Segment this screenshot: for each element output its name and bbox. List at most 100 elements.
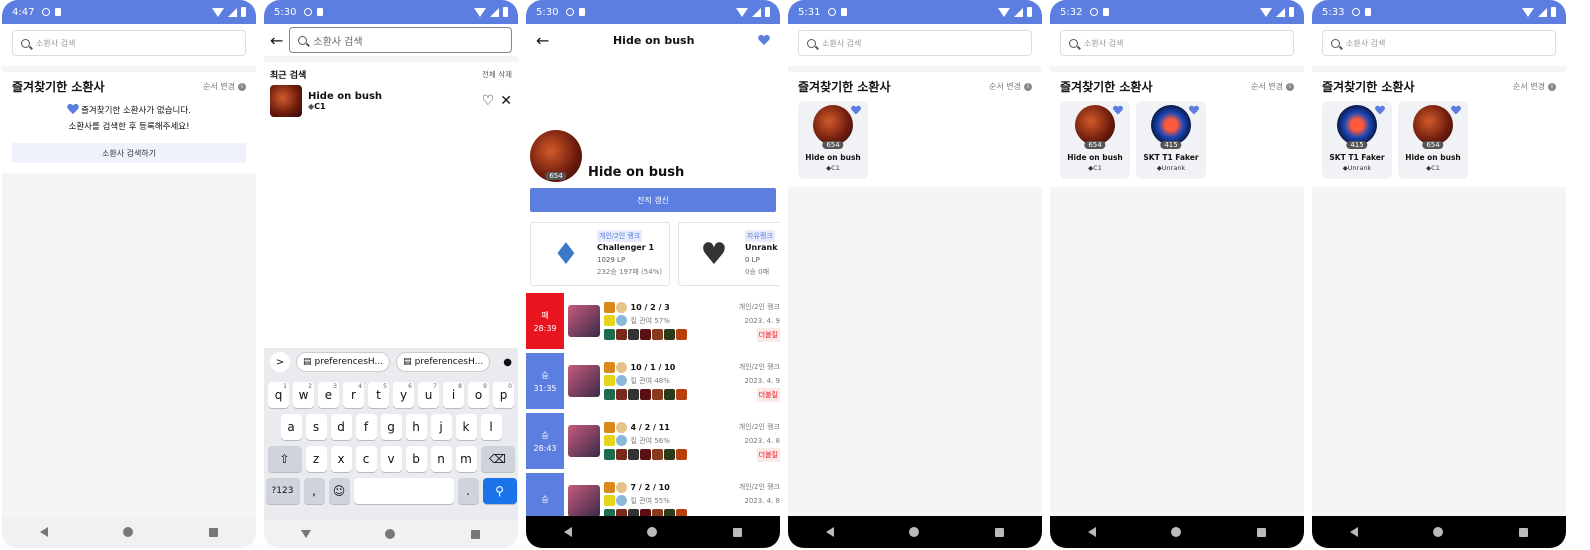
emoji-key[interactable]: ☺ bbox=[328, 478, 350, 504]
search-input[interactable]: 소환사 검색 bbox=[12, 30, 246, 56]
favorite-card-skt-t1-faker[interactable]: 415 SKT T1 Faker ◆Unrank bbox=[1136, 101, 1206, 179]
nav-back-icon[interactable] bbox=[39, 527, 48, 537]
favorites-section: 즐겨찾기한 소환사 순서 변경 i 415 SKT T1 Faker ◆Unran… bbox=[1312, 72, 1566, 187]
search-input[interactable]: 소환사 검색 bbox=[798, 30, 1032, 56]
nav-home-icon[interactable] bbox=[909, 527, 920, 537]
key-k[interactable]: k bbox=[455, 414, 477, 440]
match-row[interactable]: 승 31:35 10 / 1 / 10 킬 관여 48% 개인/2인 랭크 2023.… bbox=[526, 352, 780, 410]
nav-recents-icon[interactable] bbox=[209, 527, 219, 537]
comma-key[interactable]: , bbox=[303, 478, 325, 504]
key-q[interactable]: q1 bbox=[268, 382, 289, 408]
expand-chevron-icon[interactable]: > bbox=[270, 352, 290, 372]
rank-queue: 개인/2인 랭크 bbox=[597, 230, 643, 242]
suggestion-chip-2[interactable]: ▤ preferencesH... bbox=[396, 352, 491, 372]
match-row[interactable]: 승 28:43 4 / 2 / 11 킬 관여 56% 개인/2인 랭크 2023. … bbox=[526, 412, 780, 470]
key-s[interactable]: s bbox=[305, 414, 327, 440]
key-b[interactable]: b bbox=[405, 446, 427, 472]
key-v[interactable]: v bbox=[380, 446, 402, 472]
favorite-heart-icon[interactable] bbox=[1451, 106, 1461, 115]
search-input[interactable]: 소환사 검색 bbox=[289, 27, 512, 53]
recent-item[interactable]: Hide on bush ◆C1 ♡ ✕ bbox=[270, 85, 512, 117]
key-d[interactable]: d bbox=[330, 414, 352, 440]
nav-home-icon[interactable] bbox=[647, 527, 658, 537]
nav-home-icon[interactable] bbox=[1433, 527, 1444, 537]
favorite-card-hide-on-bush[interactable]: 654 Hide on bush ◆C1 bbox=[798, 101, 868, 179]
favorite-card-skt-t1-faker[interactable]: 415 SKT T1 Faker ◆Unrank bbox=[1322, 101, 1392, 179]
search-summoner-button[interactable]: 소환사 검색하기 bbox=[12, 143, 246, 163]
remove-close-icon[interactable]: ✕ bbox=[500, 93, 512, 109]
nav-home-icon[interactable] bbox=[123, 527, 134, 537]
clear-all-button[interactable]: 전체 삭제 bbox=[482, 69, 512, 80]
favorite-heart-icon[interactable] bbox=[851, 106, 861, 115]
nav-recents-icon[interactable] bbox=[471, 529, 481, 539]
favorite-heart-icon[interactable] bbox=[1113, 106, 1123, 115]
microphone-icon[interactable]: ● bbox=[503, 357, 512, 368]
key-i[interactable]: i8 bbox=[443, 382, 464, 408]
order-change-button[interactable]: 순서 변경 i bbox=[203, 81, 246, 92]
nav-home-icon[interactable] bbox=[385, 529, 396, 539]
order-change-button[interactable]: 순서 변경 i bbox=[1513, 81, 1556, 92]
key-e[interactable]: e3 bbox=[318, 382, 339, 408]
order-change-button[interactable]: 순서 변경 i bbox=[1251, 81, 1294, 92]
key-y[interactable]: y6 bbox=[393, 382, 414, 408]
summoner-avatar: 415 bbox=[1337, 105, 1377, 149]
key-w[interactable]: w2 bbox=[293, 382, 314, 408]
nav-recents-icon[interactable] bbox=[733, 527, 743, 537]
nav-home-icon[interactable] bbox=[1171, 527, 1182, 537]
search-bar: 소환사 검색 bbox=[1050, 24, 1304, 66]
back-arrow-icon[interactable]: ← bbox=[270, 31, 283, 50]
favorite-card-hide-on-bush[interactable]: 654 Hide on bush ◆C1 bbox=[1060, 101, 1130, 179]
search-key[interactable]: ⚲ bbox=[482, 478, 517, 504]
key-m[interactable]: m bbox=[455, 446, 477, 472]
key-p[interactable]: p0 bbox=[493, 382, 514, 408]
search-icon bbox=[21, 38, 30, 48]
shift-key[interactable]: ⇧ bbox=[267, 446, 302, 472]
symbols-key[interactable]: ?123 bbox=[265, 478, 300, 504]
key-n-label: n bbox=[437, 452, 445, 466]
search-bar: 소환사 검색 bbox=[1312, 24, 1566, 66]
search-input[interactable]: 소환사 검색 bbox=[1322, 30, 1556, 56]
nav-recents-icon[interactable] bbox=[1519, 527, 1529, 537]
nav-recents-icon[interactable] bbox=[1257, 527, 1267, 537]
search-placeholder: 소환사 검색 bbox=[1084, 38, 1124, 48]
key-t[interactable]: t5 bbox=[368, 382, 389, 408]
key-x[interactable]: x bbox=[330, 446, 352, 472]
nav-back-icon[interactable] bbox=[1349, 527, 1358, 537]
favorite-heart-icon[interactable] bbox=[758, 35, 770, 46]
key-h[interactable]: h bbox=[405, 414, 427, 440]
backspace-key[interactable]: ⌫ bbox=[480, 446, 515, 472]
match-row[interactable]: 패 28:39 10 / 2 / 3 킬 관여 57% 개인/2인 랭크 2023. … bbox=[526, 292, 780, 350]
space-key[interactable] bbox=[353, 478, 454, 504]
suggestion-chip-1[interactable]: ▤ preferencesH... bbox=[296, 352, 391, 372]
favorite-heart-icon[interactable]: ♡ bbox=[482, 93, 495, 109]
search-placeholder: 소환사 검색 bbox=[313, 36, 363, 48]
key-f[interactable]: f bbox=[355, 414, 377, 440]
nav-recents-icon[interactable] bbox=[995, 527, 1005, 537]
back-arrow-icon[interactable]: ← bbox=[536, 31, 549, 50]
nav-back-icon[interactable] bbox=[300, 530, 311, 538]
nav-back-icon[interactable] bbox=[563, 527, 572, 537]
key-c[interactable]: c bbox=[355, 446, 377, 472]
favorite-heart-icon[interactable] bbox=[1189, 106, 1199, 115]
key-u-hint: 7 bbox=[433, 383, 437, 390]
period-key[interactable]: . bbox=[457, 478, 479, 504]
order-change-button[interactable]: 순서 변경 i bbox=[989, 81, 1032, 92]
nav-back-icon[interactable] bbox=[1087, 527, 1096, 537]
key-r[interactable]: r4 bbox=[343, 382, 364, 408]
key-g[interactable]: g bbox=[380, 414, 402, 440]
key-a[interactable]: a bbox=[280, 414, 302, 440]
refresh-button[interactable]: 전적 갱신 bbox=[530, 188, 776, 212]
info-icon: i bbox=[1024, 82, 1032, 91]
favorite-card-hide-on-bush[interactable]: 654 Hide on bush ◆C1 bbox=[1398, 101, 1468, 179]
nav-back-icon[interactable] bbox=[825, 527, 834, 537]
key-l[interactable]: l bbox=[480, 414, 502, 440]
key-n[interactable]: n bbox=[430, 446, 452, 472]
key-j[interactable]: j bbox=[430, 414, 452, 440]
search-input[interactable]: 소환사 검색 bbox=[1060, 30, 1294, 56]
favorite-heart-icon[interactable] bbox=[1375, 106, 1385, 115]
key-z[interactable]: z bbox=[305, 446, 327, 472]
settings-icon bbox=[1090, 8, 1099, 16]
search-icon bbox=[1331, 38, 1340, 48]
key-o[interactable]: o9 bbox=[468, 382, 489, 408]
key-u[interactable]: u7 bbox=[418, 382, 439, 408]
